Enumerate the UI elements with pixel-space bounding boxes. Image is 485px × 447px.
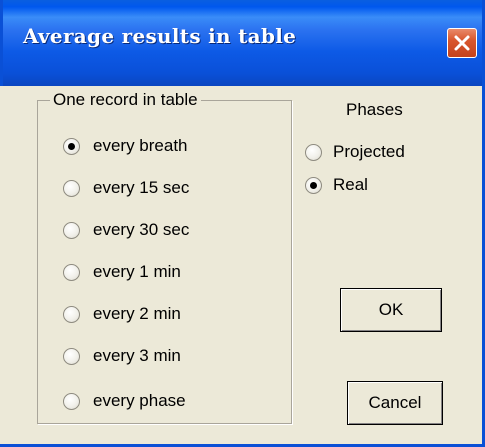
close-icon [454,35,470,51]
radio-button[interactable] [63,179,80,197]
radio-option-every-15-sec[interactable]: every 15 sec [63,176,189,200]
radio-button[interactable] [63,305,80,323]
radio-option-every-breath[interactable]: every breath [63,134,188,158]
radio-option-every-30-sec[interactable]: every 30 sec [63,218,189,242]
radio-label: every breath [93,136,188,155]
radio-selected-dot [310,181,317,189]
radio-label: every phase [93,391,186,410]
radio-label: Real [333,175,368,194]
record-group-label: One record in table [50,90,201,110]
radio-button[interactable] [63,347,80,365]
radio-label: every 3 min [93,346,181,365]
radio-button[interactable] [63,137,80,155]
radio-label: every 2 min [93,304,181,323]
radio-label: every 30 sec [93,220,190,239]
phases-label: Phases [346,100,403,119]
cancel-button-label: Cancel [368,393,422,412]
radio-button[interactable] [305,176,322,194]
radio-option-every-2-min[interactable]: every 2 min [63,302,181,326]
window-title: Average results in table [23,24,297,48]
radio-button[interactable] [63,221,80,239]
title-bar[interactable]: Average results in table [3,0,482,86]
radio-label: every 1 min [93,262,181,281]
radio-option-projected[interactable]: Projected [305,140,405,164]
radio-option-every-3-min[interactable]: every 3 min [63,344,181,368]
ok-button-label: OK [378,300,404,319]
radio-label: Projected [333,142,405,161]
cancel-button[interactable]: Cancel [347,381,443,425]
radio-button[interactable] [305,143,322,161]
radio-button[interactable] [63,263,80,281]
radio-option-real[interactable]: Real [305,173,368,197]
radio-option-every-1-min[interactable]: every 1 min [63,260,181,284]
radio-selected-dot [68,142,75,150]
radio-label: every 15 sec [93,178,190,197]
ok-button[interactable]: OK [340,288,442,332]
radio-option-every-phase[interactable]: every phase [63,389,186,413]
radio-button[interactable] [63,392,80,410]
close-button[interactable] [447,28,477,58]
